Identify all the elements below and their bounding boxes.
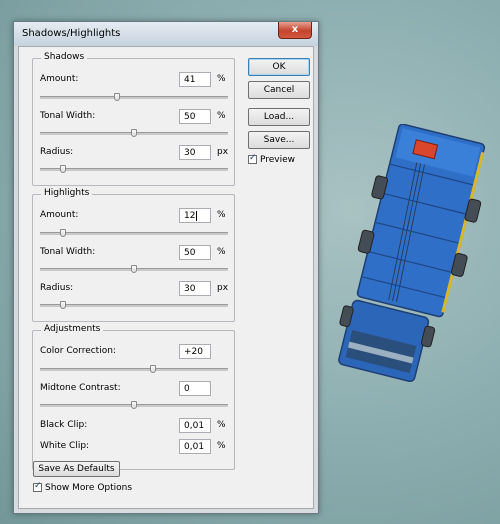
white-clip-unit: % [217, 441, 226, 451]
highlights-tonal-width-slider-thumb[interactable] [131, 265, 137, 273]
midtone-contrast-slider-thumb[interactable] [131, 401, 137, 409]
highlights-tonal-width-label: Tonal Width: [40, 247, 96, 257]
color-correction-slider[interactable] [40, 365, 228, 373]
white-clip-label: White Clip: [40, 441, 90, 451]
highlights-amount-unit: % [217, 210, 226, 220]
shadows-radius-field[interactable]: 30 [179, 145, 211, 160]
highlights-group: Highlights Amount: 12 % Tonal Width: 50 … [32, 188, 235, 322]
shadows-radius-slider-thumb[interactable] [59, 165, 66, 173]
color-correction-label: Color Correction: [40, 346, 116, 356]
shadows-amount-slider-thumb[interactable] [114, 93, 121, 101]
load-button[interactable]: Load... [248, 108, 310, 126]
shadows-group-title: Shadows [41, 52, 88, 62]
white-clip-field[interactable]: 0,01 [179, 439, 211, 454]
highlights-tonal-width-unit: % [217, 247, 226, 257]
highlights-amount-slider[interactable] [40, 229, 228, 237]
highlights-amount-slider-thumb[interactable] [59, 229, 66, 237]
shadows-group: Shadows Amount: 41 % Tonal Width: 50 % R… [32, 52, 235, 186]
black-clip-label: Black Clip: [40, 420, 88, 430]
adjustments-group-title: Adjustments [41, 324, 104, 334]
shadows-highlights-dialog: Shadows/Highlights x Shadows Amount: 41 … [13, 21, 319, 514]
shadows-amount-slider[interactable] [40, 93, 228, 101]
black-clip-unit: % [217, 420, 226, 430]
shadows-tonal-width-slider[interactable] [40, 129, 228, 137]
midtone-contrast-slider[interactable] [40, 401, 228, 409]
shadows-radius-slider[interactable] [40, 165, 228, 173]
color-correction-field[interactable]: +20 [179, 344, 211, 359]
shadows-radius-unit: px [217, 147, 229, 157]
highlights-tonal-width-slider[interactable] [40, 265, 228, 273]
save-as-defaults-button[interactable]: Save As Defaults [33, 461, 120, 477]
garbage-truck-image [338, 124, 486, 383]
dialog-client-area: Shadows Amount: 41 % Tonal Width: 50 % R… [18, 46, 314, 509]
highlights-radius-label: Radius: [40, 283, 74, 293]
highlights-radius-slider-thumb[interactable] [59, 301, 66, 309]
title-bar[interactable]: Shadows/Highlights x [14, 22, 318, 46]
close-icon: x [291, 24, 299, 35]
highlights-tonal-width-field[interactable]: 50 [179, 245, 211, 260]
close-button[interactable]: x [278, 22, 312, 39]
midtone-contrast-field[interactable]: 0 [179, 381, 211, 396]
highlights-amount-label: Amount: [40, 210, 79, 220]
shadows-tonal-width-unit: % [217, 111, 226, 121]
highlights-group-title: Highlights [41, 188, 93, 198]
highlights-radius-field[interactable]: 30 [179, 281, 211, 296]
shadows-tonal-width-slider-thumb[interactable] [131, 129, 137, 137]
cancel-button[interactable]: Cancel [248, 81, 310, 99]
highlights-radius-unit: px [217, 283, 229, 293]
preview-checkbox[interactable] [248, 153, 257, 164]
preview-label: Preview [260, 155, 296, 165]
color-correction-slider-thumb[interactable] [149, 365, 156, 373]
highlights-amount-field[interactable]: 12 [179, 208, 211, 223]
ok-button[interactable]: OK [248, 58, 310, 76]
midtone-contrast-label: Midtone Contrast: [40, 383, 121, 393]
show-more-options-label: Show More Options [45, 483, 133, 493]
save-button[interactable]: Save... [248, 131, 310, 149]
dialog-title: Shadows/Highlights [22, 28, 121, 39]
shadows-amount-label: Amount: [40, 74, 79, 84]
shadows-tonal-width-label: Tonal Width: [40, 111, 96, 121]
preview-checkbox-row[interactable]: Preview [248, 153, 296, 165]
highlights-radius-slider[interactable] [40, 301, 228, 309]
shadows-radius-label: Radius: [40, 147, 74, 157]
show-more-options-checkbox[interactable] [33, 481, 42, 492]
adjustments-group: Adjustments Color Correction: +20 Midton… [32, 324, 235, 470]
black-clip-field[interactable]: 0,01 [179, 418, 211, 433]
shadows-tonal-width-field[interactable]: 50 [179, 109, 211, 124]
show-more-options-row[interactable]: Show More Options [33, 481, 133, 493]
shadows-amount-field[interactable]: 41 [179, 72, 211, 87]
shadows-amount-unit: % [217, 74, 226, 84]
